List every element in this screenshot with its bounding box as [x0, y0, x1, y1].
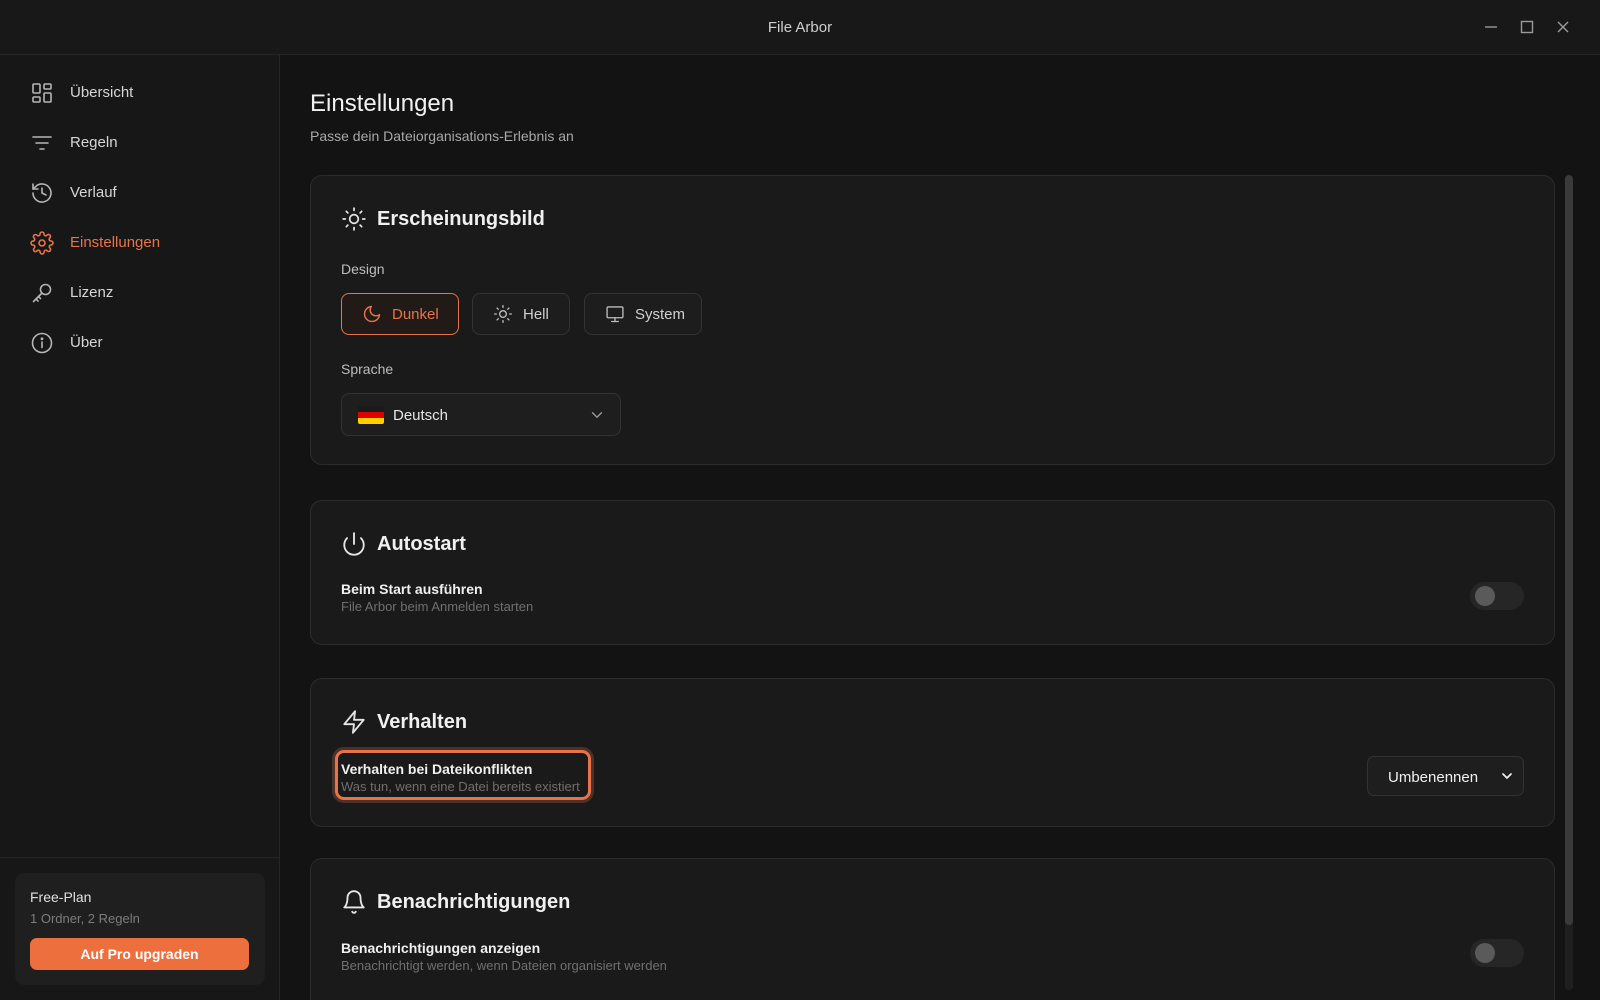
lightning-icon — [341, 709, 367, 735]
page-subtitle: Passe dein Dateiorganisations-Erlebnis a… — [310, 128, 574, 144]
sidebar-item-einstellungen[interactable]: Einstellungen — [14, 221, 266, 265]
power-icon — [341, 531, 367, 557]
sidebar-divider — [0, 857, 280, 858]
window-title: File Arbor — [767, 19, 833, 36]
upgrade-button[interactable]: Auf Pro upgraden — [30, 938, 249, 970]
sun-icon — [493, 304, 513, 324]
file-conflict-select[interactable]: Umbenennen — [1367, 756, 1524, 796]
info-icon — [30, 331, 54, 355]
sidebar-item-ueber[interactable]: Über — [14, 321, 266, 365]
grid-icon — [30, 81, 54, 105]
chevron-down-icon — [588, 406, 606, 424]
file-conflict-value: Umbenennen — [1388, 769, 1479, 786]
autostart-card: Autostart Beim Start ausführen File Arbo… — [310, 500, 1555, 645]
file-conflict-title: Verhalten bei Dateikonflikten — [341, 761, 533, 777]
appearance-heading: Erscheinungsbild — [341, 206, 545, 232]
toggle-knob — [1475, 943, 1495, 963]
filter-icon — [30, 131, 54, 155]
plan-usage: 1 Ordner, 2 Regeln — [30, 911, 140, 926]
show-notifications-title: Benachrichtigungen anzeigen — [341, 940, 541, 956]
monitor-icon — [605, 304, 625, 324]
sidebar-item-uebersicht[interactable]: Übersicht — [14, 71, 266, 115]
run-on-startup-title: Beim Start ausführen — [341, 581, 483, 597]
language-select[interactable]: Deutsch — [341, 393, 621, 436]
sidebar-item-label: Regeln — [70, 134, 118, 151]
close-icon[interactable] — [1552, 16, 1574, 38]
sidebar-item-label: Über — [70, 334, 103, 351]
notifications-title: Benachrichtigungen — [377, 890, 571, 913]
sidebar-item-regeln[interactable]: Regeln — [14, 121, 266, 165]
toggle-knob — [1475, 586, 1495, 606]
autostart-heading: Autostart — [341, 531, 466, 557]
bell-icon — [341, 889, 367, 915]
appearance-card: Erscheinungsbild Design Dunkel Hell Syst… — [310, 175, 1555, 465]
theme-light-label: Hell — [523, 305, 549, 323]
plan-title: Free-Plan — [30, 889, 92, 905]
theme-light-button[interactable]: Hell — [472, 293, 570, 335]
title-bar: File Arbor — [0, 0, 1600, 55]
maximize-icon[interactable] — [1516, 16, 1538, 38]
sidebar-item-label: Verlauf — [70, 184, 117, 201]
sidebar-item-lizenz[interactable]: Lizenz — [14, 271, 266, 315]
theme-system-button[interactable]: System — [584, 293, 702, 335]
autostart-title: Autostart — [377, 532, 466, 555]
show-notifications-desc: Benachrichtigt werden, wenn Dateien orga… — [341, 958, 667, 973]
sidebar-item-verlauf[interactable]: Verlauf — [14, 171, 266, 215]
main-content: Einstellungen Passe dein Dateiorganisati… — [281, 55, 1600, 1000]
theme-system-label: System — [635, 305, 686, 323]
moon-icon — [362, 304, 382, 324]
sidebar-item-label: Lizenz — [70, 284, 114, 301]
behavior-title: Verhalten — [377, 710, 468, 733]
run-on-startup-desc: File Arbor beim Anmelden starten — [341, 599, 534, 614]
sidebar-item-label: Übersicht — [70, 84, 134, 101]
scrollbar[interactable] — [1565, 175, 1573, 990]
run-on-startup-toggle[interactable] — [1470, 582, 1524, 610]
appearance-title: Erscheinungsbild — [377, 207, 545, 230]
language-value: Deutsch — [393, 407, 449, 424]
sidebar-item-label: Einstellungen — [70, 234, 161, 251]
minimize-icon[interactable] — [1480, 16, 1502, 38]
design-label: Design — [341, 261, 385, 277]
plan-card: Free-Plan 1 Ordner, 2 Regeln Auf Pro upg… — [15, 873, 265, 985]
history-icon — [30, 181, 54, 205]
notifications-card: Benachrichtigungen Benachrichtigungen an… — [310, 858, 1555, 1000]
show-notifications-toggle[interactable] — [1470, 939, 1524, 967]
notifications-heading: Benachrichtigungen — [341, 889, 570, 915]
behavior-heading: Verhalten — [341, 709, 467, 735]
page-title: Einstellungen — [310, 90, 455, 117]
german-flag-icon — [358, 406, 384, 424]
key-icon — [30, 281, 54, 305]
language-label: Sprache — [341, 361, 394, 377]
sun-icon — [341, 206, 367, 232]
behavior-card: Verhalten Verhalten bei Dateikonflikten … — [310, 678, 1555, 827]
gear-icon — [30, 231, 54, 255]
theme-dark-button[interactable]: Dunkel — [341, 293, 459, 335]
file-conflict-desc: Was tun, wenn eine Datei bereits existie… — [341, 779, 580, 794]
scrollbar-thumb[interactable] — [1565, 175, 1573, 925]
theme-dark-label: Dunkel — [392, 305, 439, 323]
chevron-down-icon — [1499, 768, 1515, 784]
sidebar: Übersicht Regeln Verlauf Einstellungen L… — [0, 55, 280, 1000]
